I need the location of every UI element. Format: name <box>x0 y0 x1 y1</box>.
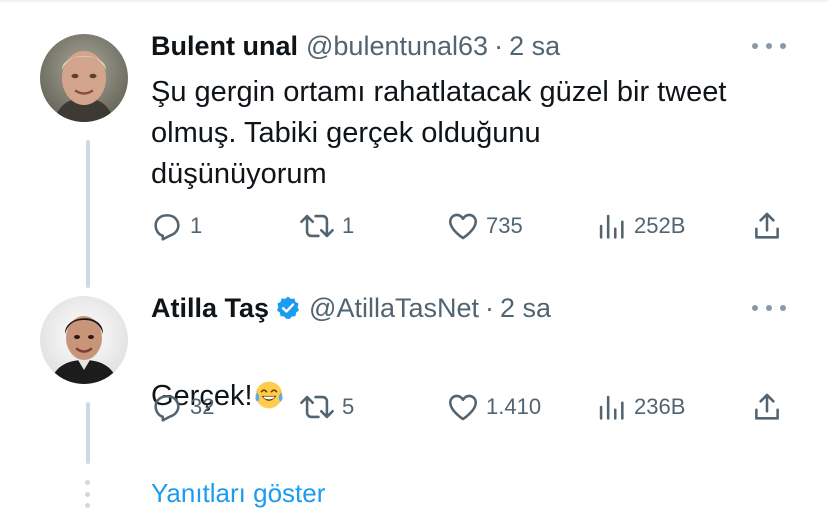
tweet-header: Bulent unal @bulentunal63 · 2 sa <box>151 30 560 62</box>
timestamp[interactable]: 2 sa <box>509 30 560 62</box>
display-name[interactable]: Bulent unal <box>151 30 298 62</box>
retweet-icon <box>300 395 334 419</box>
share-button[interactable] <box>750 209 784 243</box>
retweet-count: 1 <box>342 213 355 238</box>
timestamp[interactable]: 2 sa <box>500 292 551 324</box>
retweet-button[interactable]: 5 <box>298 390 354 424</box>
top-divider <box>0 0 828 2</box>
retweet-count: 5 <box>342 394 355 419</box>
thread-connector-line <box>86 140 90 288</box>
more-options-icon[interactable] <box>752 40 786 52</box>
reply-count: 1 <box>190 213 203 238</box>
tweet-text: Şu gergin ortamı rahatlatacak güzel bir … <box>151 76 727 190</box>
views-count: 236B <box>634 394 686 419</box>
show-replies-link[interactable]: Yanıtları göster <box>151 477 325 509</box>
like-button[interactable]: 735 <box>446 209 523 243</box>
avatar[interactable] <box>40 34 128 122</box>
retweet-button[interactable]: 1 <box>298 209 354 243</box>
like-count: 735 <box>486 213 523 238</box>
display-name[interactable]: Atilla Taş <box>151 292 269 324</box>
separator-dot: · <box>485 293 495 323</box>
person-photo-icon <box>40 34 128 122</box>
views-count: 252B <box>634 213 686 238</box>
heart-icon <box>448 394 478 421</box>
verified-badge-icon[interactable] <box>275 295 301 321</box>
separator-dot: · <box>494 31 504 61</box>
views-icon <box>599 395 624 420</box>
more-options-icon[interactable] <box>752 302 786 314</box>
share-icon <box>755 212 779 239</box>
thread-connector-line <box>86 402 90 464</box>
views-button[interactable]: 236B <box>594 390 685 424</box>
avatar[interactable] <box>40 296 128 384</box>
retweet-icon <box>300 214 334 238</box>
views-icon <box>599 214 624 239</box>
person-photo-icon <box>40 296 128 384</box>
handle[interactable]: @bulentunal63 <box>306 30 488 62</box>
tweet-action-bar: 1 1 735 252B <box>150 209 790 243</box>
heart-icon <box>448 213 478 240</box>
reply-icon <box>154 395 180 422</box>
reply-button[interactable]: 1 <box>150 209 202 243</box>
reply-icon <box>154 214 180 241</box>
tweet-header: Atilla Taş @AtillaTasNet · 2 sa <box>151 292 551 324</box>
thread-more-dots-icon <box>85 480 91 508</box>
reply-count: 32 <box>190 394 215 419</box>
tweet-action-bar: 32 5 1.410 236B <box>150 390 790 424</box>
reply-button[interactable]: 32 <box>150 390 214 424</box>
share-button[interactable] <box>750 390 784 424</box>
like-button[interactable]: 1.410 <box>446 390 541 424</box>
share-icon <box>755 393 779 420</box>
views-button[interactable]: 252B <box>594 209 685 243</box>
like-count: 1.410 <box>486 394 542 419</box>
handle[interactable]: @AtillaTasNet <box>309 292 479 324</box>
